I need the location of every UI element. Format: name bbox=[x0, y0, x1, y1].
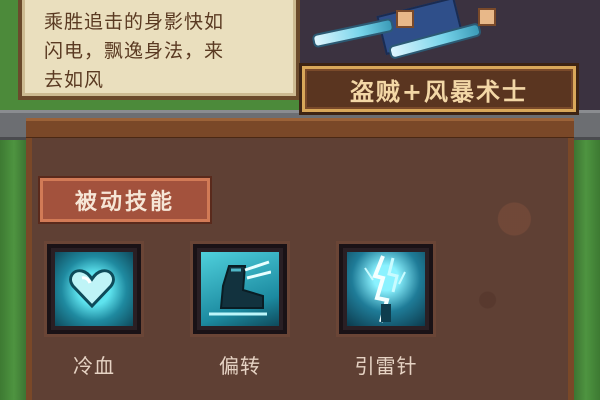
skill-slot-deflect[interactable]: 偏转 bbox=[192, 244, 288, 384]
skill-slot-lightning-rod[interactable]: 引雷针 bbox=[338, 244, 434, 384]
skill-name: 冷血 bbox=[73, 354, 115, 378]
skill-name: 偏转 bbox=[219, 354, 261, 378]
hand-sprite bbox=[478, 8, 496, 26]
wind-boot-icon bbox=[209, 260, 271, 316]
description-line: 乘胜追击的身影快如 bbox=[44, 11, 225, 33]
passive-skills-header: 被动技能 bbox=[40, 178, 210, 222]
description-panel: 乘胜追击的身影快如 闪电，飘逸身法，来 去如风 bbox=[18, 0, 300, 100]
description-line: 去如风 bbox=[44, 69, 105, 91]
skill-icon-frame[interactable] bbox=[47, 244, 141, 334]
lightning-rod-icon bbox=[364, 255, 406, 323]
section-title: 被动技能 bbox=[74, 190, 175, 215]
skill-icon-frame[interactable] bbox=[339, 244, 433, 334]
ice-heart-icon bbox=[69, 269, 115, 308]
class-title: 盗贼+风暴术士 bbox=[349, 77, 529, 106]
description-line: 闪电，飘逸身法，来 bbox=[44, 40, 225, 62]
skill-name: 引雷针 bbox=[354, 354, 418, 378]
hand-sprite bbox=[396, 10, 414, 28]
panel-top-frame bbox=[26, 118, 574, 140]
skill-slot-cold-blood[interactable]: 冷血 bbox=[46, 244, 142, 384]
right-foliage-decoration bbox=[572, 130, 600, 400]
twin-blades-sprite bbox=[310, 0, 570, 60]
left-foliage-decoration bbox=[0, 130, 28, 400]
skill-icon-frame[interactable] bbox=[193, 244, 287, 334]
class-title-plaque: 盗贼+风暴术士 bbox=[302, 66, 576, 112]
